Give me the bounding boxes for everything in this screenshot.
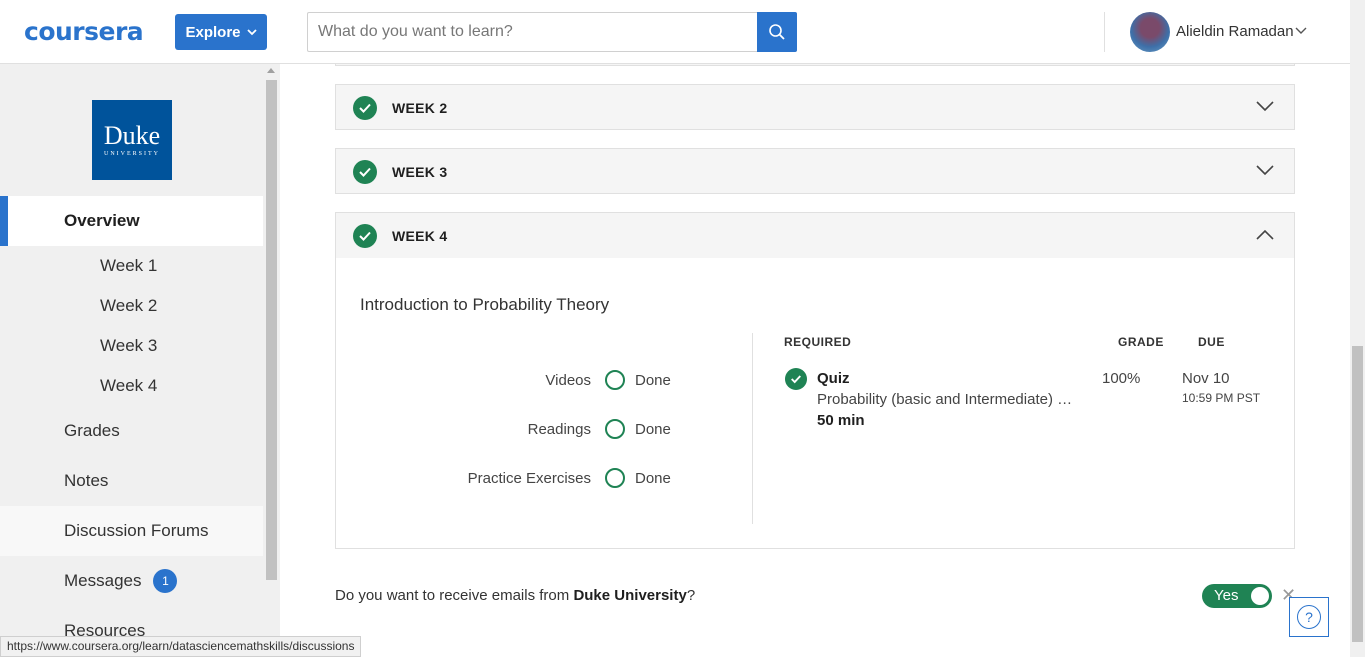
progress-circle-icon xyxy=(605,370,625,390)
check-icon xyxy=(353,96,377,120)
status-bar-url: https://www.coursera.org/learn/datascien… xyxy=(0,636,362,657)
toggle-label: Yes xyxy=(1214,587,1239,604)
sidebar-item-notes[interactable]: Notes xyxy=(0,456,263,506)
week-3-row[interactable]: WEEK 3 xyxy=(335,148,1295,194)
chevron-down-icon[interactable] xyxy=(1256,101,1274,112)
page-scroll-thumb[interactable] xyxy=(1352,346,1363,642)
progress-label: Practice Exercises xyxy=(467,470,591,487)
sidebar-item-label: Messages xyxy=(64,571,142,590)
week-2-row[interactable]: WEEK 2 xyxy=(335,84,1295,130)
module-title[interactable]: Introduction to Probability Theory xyxy=(360,295,609,315)
sidebar-item-week-4[interactable]: Week 4 xyxy=(0,366,263,406)
explore-label: Explore xyxy=(185,23,241,41)
week-title: WEEK 3 xyxy=(392,164,448,180)
search-input[interactable] xyxy=(307,12,758,52)
sidebar-item-label: Week 3 xyxy=(100,336,158,355)
prompt-university: Duke University xyxy=(573,587,687,604)
grade-column-header: GRADE xyxy=(1118,335,1164,349)
quiz-due-time: 10:59 PM PST xyxy=(1182,391,1261,405)
duke-university-logo[interactable]: Duke UNIVERSITY xyxy=(92,100,172,180)
email-toggle[interactable]: Yes xyxy=(1202,584,1272,608)
check-icon xyxy=(353,224,377,248)
sidebar-item-grades[interactable]: Grades xyxy=(0,406,263,456)
top-header: coursera Explore Alieldin Ramadan xyxy=(0,0,1350,64)
content-divider xyxy=(752,333,753,524)
progress-label: Videos xyxy=(545,372,591,389)
chevron-up-icon[interactable] xyxy=(1256,229,1274,240)
main-content: WEEK 2 WEEK 3 WEEK 4 Introduction to Pro… xyxy=(280,64,1350,657)
header-divider xyxy=(1104,12,1105,52)
help-button[interactable]: ? xyxy=(1289,597,1329,637)
logo-text: Duke xyxy=(103,121,161,150)
progress-circle-icon xyxy=(605,468,625,488)
avatar[interactable] xyxy=(1130,12,1170,52)
sidebar-item-label: Week 1 xyxy=(100,256,158,275)
week-4-panel: WEEK 4 Introduction to Probability Theor… xyxy=(335,212,1295,549)
quiz-duration: 50 min xyxy=(817,412,865,429)
chevron-down-icon xyxy=(246,28,257,35)
progress-videos: Videos Done xyxy=(336,369,671,393)
sidebar-item-discussion-forums[interactable]: Discussion Forums xyxy=(0,506,263,556)
chevron-down-icon[interactable] xyxy=(1256,165,1274,176)
sidebar-item-label: Grades xyxy=(64,421,120,440)
check-icon xyxy=(353,160,377,184)
progress-status: Done xyxy=(635,421,671,438)
progress-practice-exercises: Practice Exercises Done xyxy=(336,467,671,491)
week-title: WEEK 4 xyxy=(392,228,448,244)
progress-readings: Readings Done xyxy=(336,418,671,442)
prompt-suffix: ? xyxy=(686,587,696,604)
sidebar-item-label: Overview xyxy=(64,211,140,230)
progress-status: Done xyxy=(635,470,671,487)
chevron-down-icon[interactable] xyxy=(1295,27,1307,35)
quiz-due-date: Nov 10 xyxy=(1182,370,1230,387)
quiz-type[interactable]: Quiz xyxy=(817,370,850,387)
sidebar-item-label: Discussion Forums xyxy=(64,521,209,540)
message-count-badge: 1 xyxy=(153,569,178,593)
week-1-row-edge xyxy=(335,64,1295,66)
required-column-header: REQUIRED xyxy=(784,335,852,349)
sidebar-item-week-2[interactable]: Week 2 xyxy=(0,286,263,326)
sidebar-item-week-1[interactable]: Week 1 xyxy=(0,246,263,286)
progress-status: Done xyxy=(635,372,671,389)
search-button[interactable] xyxy=(757,12,797,52)
sidebar: Duke UNIVERSITY Overview Week 1 Week 2 W… xyxy=(0,64,280,657)
email-preference-prompt: Do you want to receive emails from Duke … xyxy=(335,587,695,604)
progress-circle-icon xyxy=(605,419,625,439)
sidebar-scroll-thumb[interactable] xyxy=(266,80,277,580)
user-name[interactable]: Alieldin Ramadan xyxy=(1176,23,1294,40)
sidebar-item-label: Week 4 xyxy=(100,376,158,395)
sidebar-item-label: Week 2 xyxy=(100,296,158,315)
prompt-text: Do you want to receive emails from xyxy=(335,587,574,604)
scroll-up-arrow-icon[interactable] xyxy=(267,68,275,73)
check-icon xyxy=(785,368,807,390)
help-icon: ? xyxy=(1297,605,1321,629)
sidebar-item-week-3[interactable]: Week 3 xyxy=(0,326,263,366)
explore-button[interactable]: Explore xyxy=(175,14,267,50)
sidebar-item-overview[interactable]: Overview xyxy=(0,196,263,246)
quiz-grade: 100% xyxy=(1102,370,1141,387)
sidebar-item-messages[interactable]: Messages 1 xyxy=(0,556,263,606)
logo-subtext: UNIVERSITY xyxy=(104,151,160,157)
toggle-knob xyxy=(1251,587,1269,605)
search-icon xyxy=(769,24,785,40)
week-4-row[interactable]: WEEK 4 xyxy=(335,212,1295,258)
progress-label: Readings xyxy=(527,421,591,438)
sidebar-scrollbar[interactable] xyxy=(263,64,280,657)
week-title: WEEK 2 xyxy=(392,100,448,116)
sidebar-item-label: Notes xyxy=(64,471,109,490)
coursera-logo[interactable]: coursera xyxy=(24,17,144,46)
page-scrollbar[interactable] xyxy=(1350,0,1365,657)
due-column-header: DUE xyxy=(1198,335,1225,349)
quiz-title[interactable]: Probability (basic and Intermediate) Gra… xyxy=(817,391,1081,408)
